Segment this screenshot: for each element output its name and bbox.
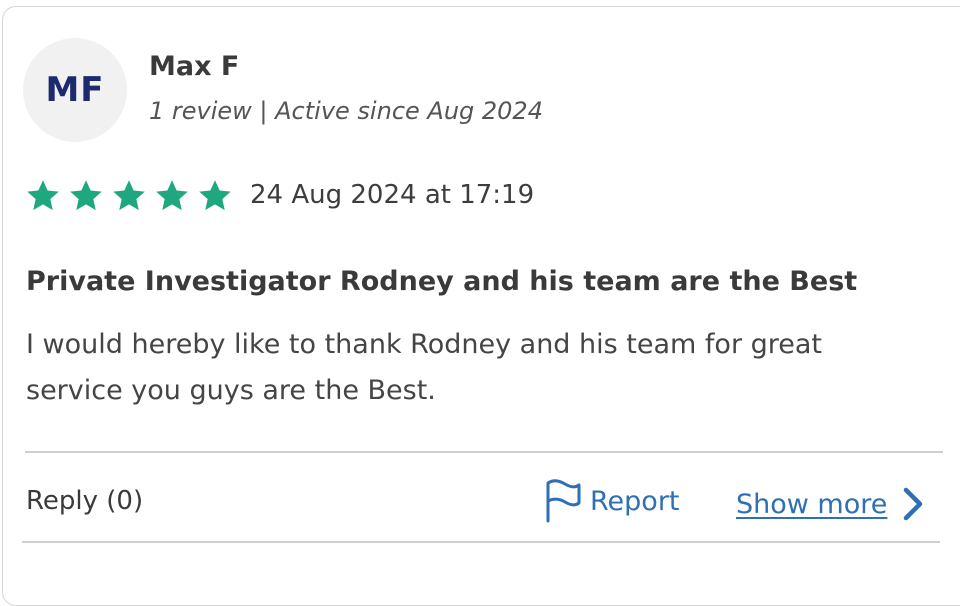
reply-button[interactable]: Reply (0) bbox=[26, 486, 143, 516]
avatar: MF bbox=[23, 38, 127, 142]
star-icon bbox=[156, 180, 188, 211]
divider-bottom bbox=[22, 541, 940, 543]
review-card: MF Max F 1 review | Active since Aug 202… bbox=[2, 6, 960, 606]
flag-icon bbox=[546, 479, 581, 523]
report-label: Report bbox=[590, 485, 680, 517]
reviewer-name[interactable]: Max F bbox=[149, 51, 239, 82]
divider bbox=[25, 451, 943, 453]
review-date: 24 Aug 2024 at 17:19 bbox=[250, 180, 535, 210]
show-more-label: Show more bbox=[736, 488, 888, 520]
review-body: I would hereby like to thank Rodney and … bbox=[26, 329, 823, 406]
avatar-initials: MF bbox=[45, 70, 105, 110]
show-more-link[interactable]: Show more bbox=[736, 486, 925, 522]
chevron-right-icon bbox=[904, 487, 923, 521]
report-button[interactable]: Report bbox=[544, 479, 680, 523]
star-icon bbox=[199, 180, 231, 211]
review-title: Private Investigator Rodney and his team… bbox=[26, 266, 858, 297]
star-icon bbox=[113, 180, 145, 211]
star-rating bbox=[25, 178, 233, 214]
star-icon bbox=[27, 180, 59, 211]
star-icon bbox=[70, 180, 102, 211]
reviewer-meta: 1 review | Active since Aug 2024 bbox=[149, 97, 543, 125]
